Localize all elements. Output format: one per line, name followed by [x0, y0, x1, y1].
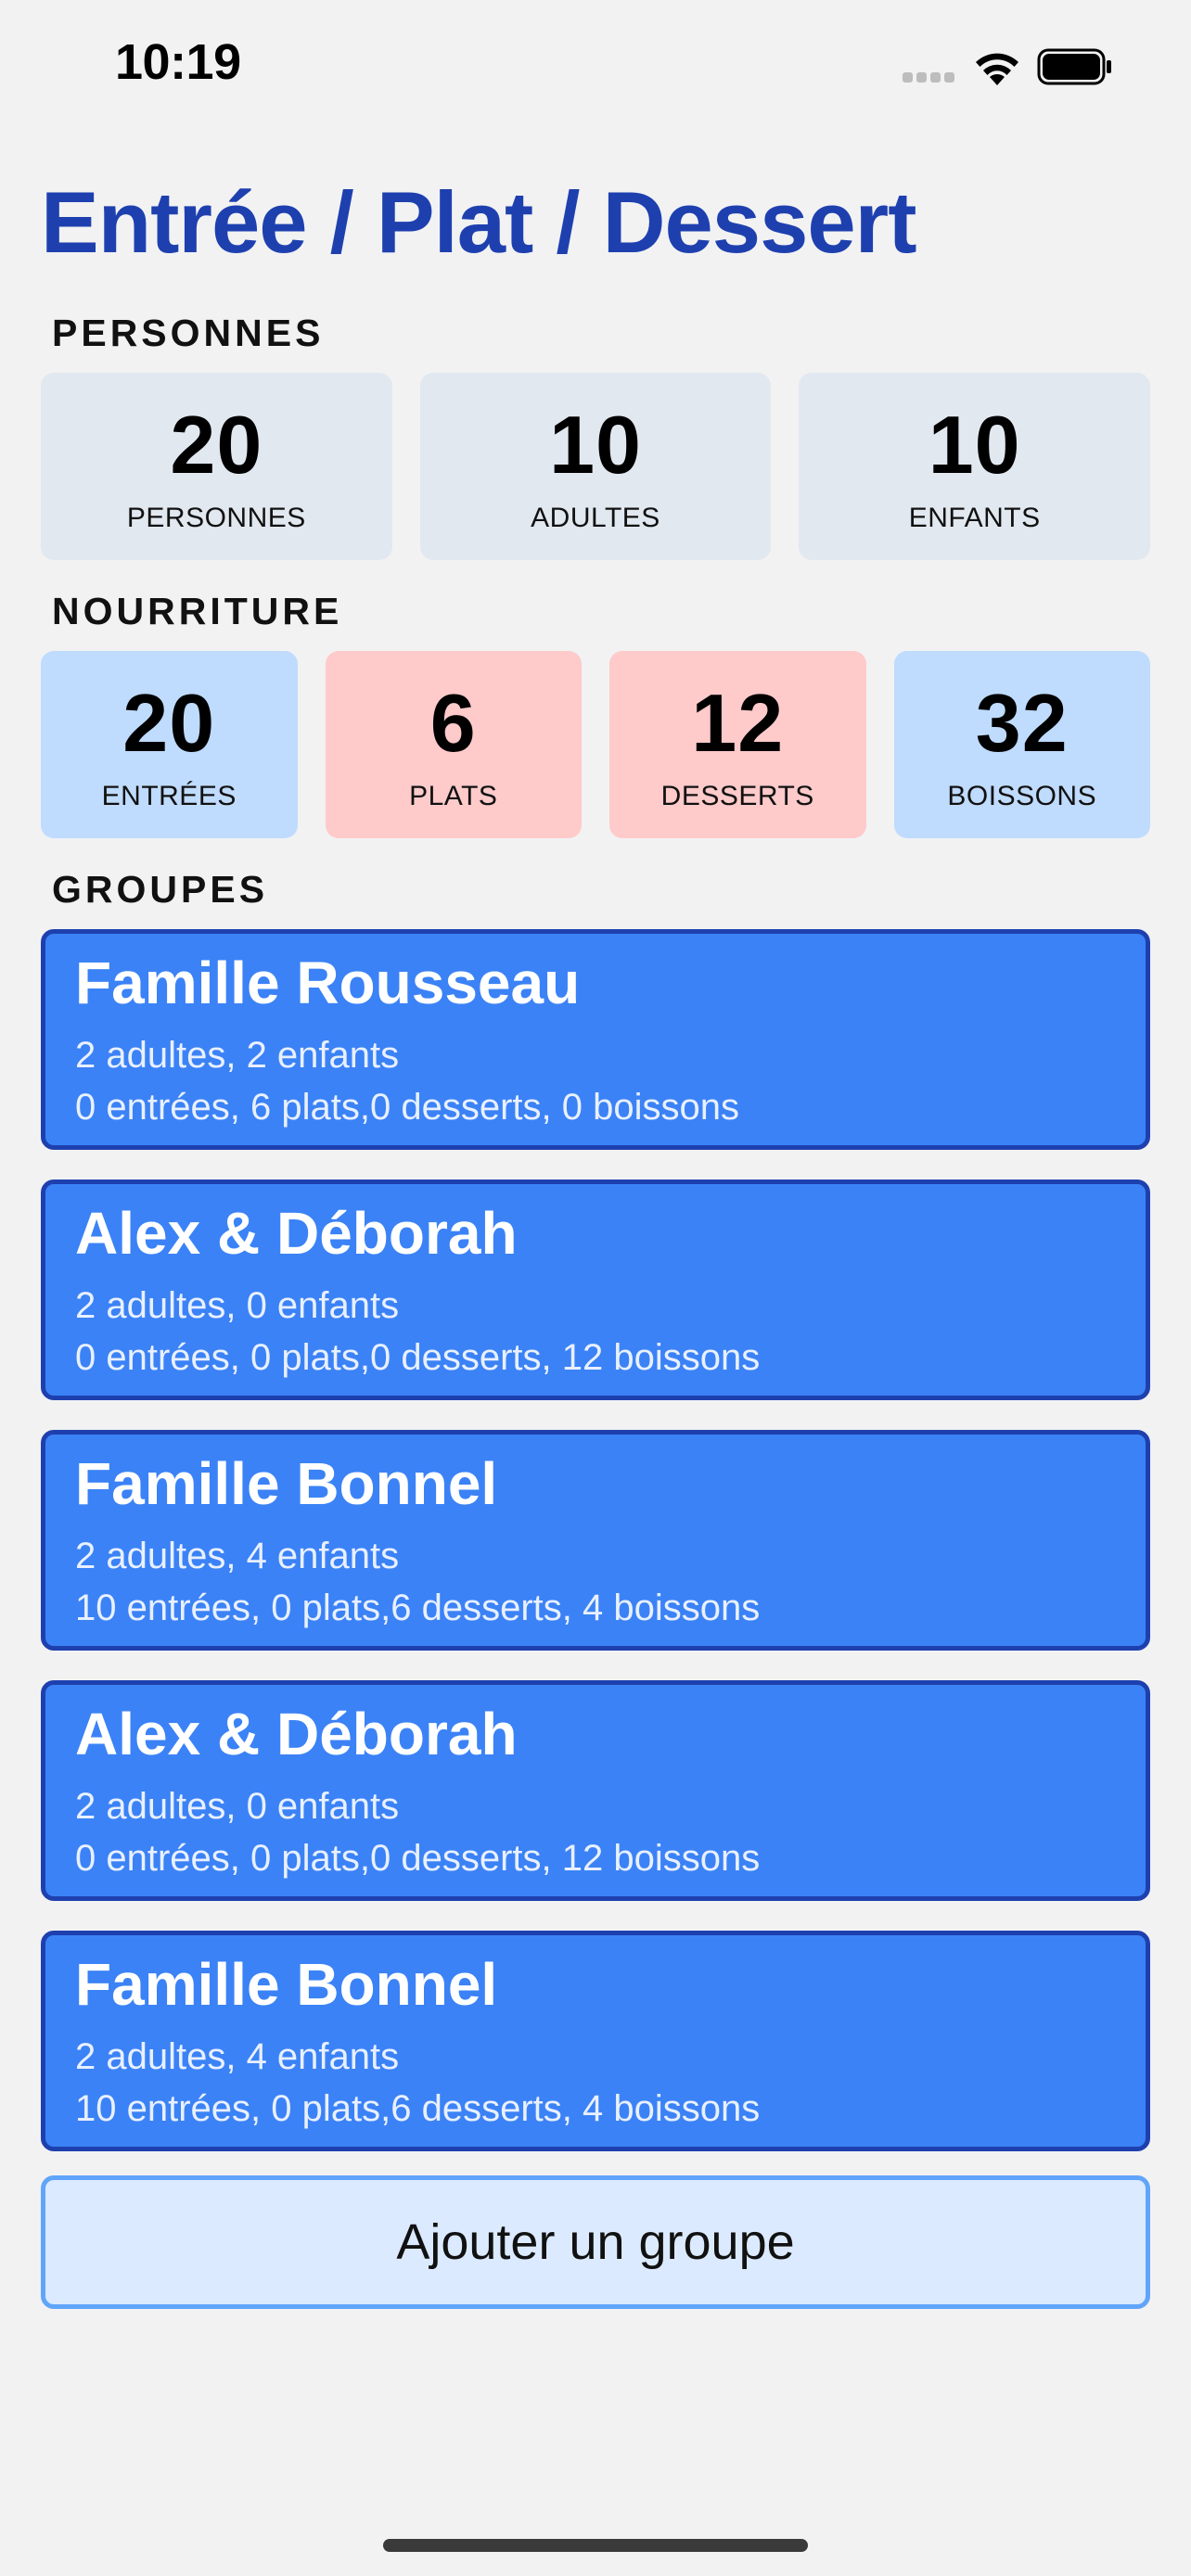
stat-label: ENFANTS [908, 503, 1041, 533]
group-food: 0 entrées, 0 plats,0 desserts, 12 boisso… [75, 1337, 761, 1379]
section-label-nourriture: NOURRITURE [52, 590, 343, 632]
home-indicator[interactable] [383, 2539, 808, 2552]
groups-list: Famille Rousseau 2 adultes, 2 enfants 0 en… [41, 929, 1150, 2181]
section-label-personnes: PERSONNES [52, 312, 325, 354]
group-people: 2 adultes, 4 enfants [75, 2036, 400, 2078]
stat-value: 6 [429, 677, 477, 769]
stat-value: 20 [170, 399, 263, 491]
group-card[interactable]: Alex & Déborah 2 adultes, 0 enfants 0 entr… [41, 1680, 1150, 1901]
stat-value: 10 [928, 399, 1021, 491]
stat-label: ADULTES [531, 503, 660, 533]
group-name: Famille Rousseau [75, 950, 581, 1016]
stat-label: PERSONNES [126, 503, 306, 533]
stat-card-personnes: 20 PERSONNES [41, 373, 392, 560]
stat-card-boissons: 32 BOISSONS [893, 651, 1150, 838]
stat-card-plats: 6 PLATS [325, 651, 582, 838]
group-name: Famille Bonnel [75, 1450, 498, 1517]
stat-label: ENTRÉES [101, 781, 237, 811]
page-title: Entrée / Plat / Dessert [41, 173, 917, 271]
nourriture-stats: 20 ENTRÉES 6 PLATS 12 DESSERTS 32 BOISSONS [41, 651, 1150, 838]
stat-card-adultes: 10 ADULTES [419, 373, 772, 560]
stat-value: 12 [691, 677, 785, 769]
group-name: Famille Bonnel [75, 1951, 498, 2018]
stat-value: 20 [122, 677, 216, 769]
group-people: 2 adultes, 4 enfants [75, 1536, 400, 1577]
status-bar: 10:19 [0, 0, 1191, 130]
battery-icon [1037, 48, 1111, 85]
stat-card-enfants: 10 ENFANTS [799, 373, 1151, 560]
stat-value: 10 [549, 399, 642, 491]
group-card[interactable]: Famille Bonnel 2 adultes, 4 enfants 10 ent… [41, 1931, 1150, 2151]
stat-value: 32 [975, 677, 1069, 769]
stat-label: BOISSONS [947, 781, 1097, 811]
personnes-stats: 20 PERSONNES 10 ADULTES 10 ENFANTS [41, 373, 1151, 560]
section-label-groupes: GROUPES [52, 868, 269, 911]
add-group-button[interactable]: Ajouter un groupe [41, 2175, 1150, 2309]
group-food: 10 entrées, 0 plats,6 desserts, 4 boisso… [75, 1588, 761, 1629]
cellular-signal-icon [903, 72, 956, 83]
wifi-icon [976, 53, 1018, 85]
group-food: 10 entrées, 0 plats,6 desserts, 4 boisso… [75, 2088, 761, 2130]
group-card[interactable]: Alex & Déborah 2 adultes, 0 enfants 0 entr… [41, 1180, 1150, 1400]
group-card[interactable]: Famille Rousseau 2 adultes, 2 enfants 0 en… [41, 929, 1150, 1150]
stat-label: DESSERTS [660, 781, 814, 811]
group-food: 0 entrées, 0 plats,0 desserts, 12 boisso… [75, 1838, 761, 1880]
group-card[interactable]: Famille Bonnel 2 adultes, 4 enfants 10 ent… [41, 1430, 1150, 1651]
stat-card-entrées: 20 ENTRÉES [41, 651, 298, 838]
stat-card-desserts: 12 DESSERTS [609, 651, 866, 838]
group-people: 2 adultes, 0 enfants [75, 1285, 400, 1327]
group-food: 0 entrées, 6 plats,0 desserts, 0 boisson… [75, 1087, 739, 1129]
status-time: 10:19 [115, 34, 241, 90]
group-people: 2 adultes, 0 enfants [75, 1786, 400, 1828]
stat-label: PLATS [409, 781, 498, 811]
group-name: Alex & Déborah [75, 1701, 518, 1767]
group-people: 2 adultes, 2 enfants [75, 1035, 400, 1077]
group-name: Alex & Déborah [75, 1200, 518, 1267]
